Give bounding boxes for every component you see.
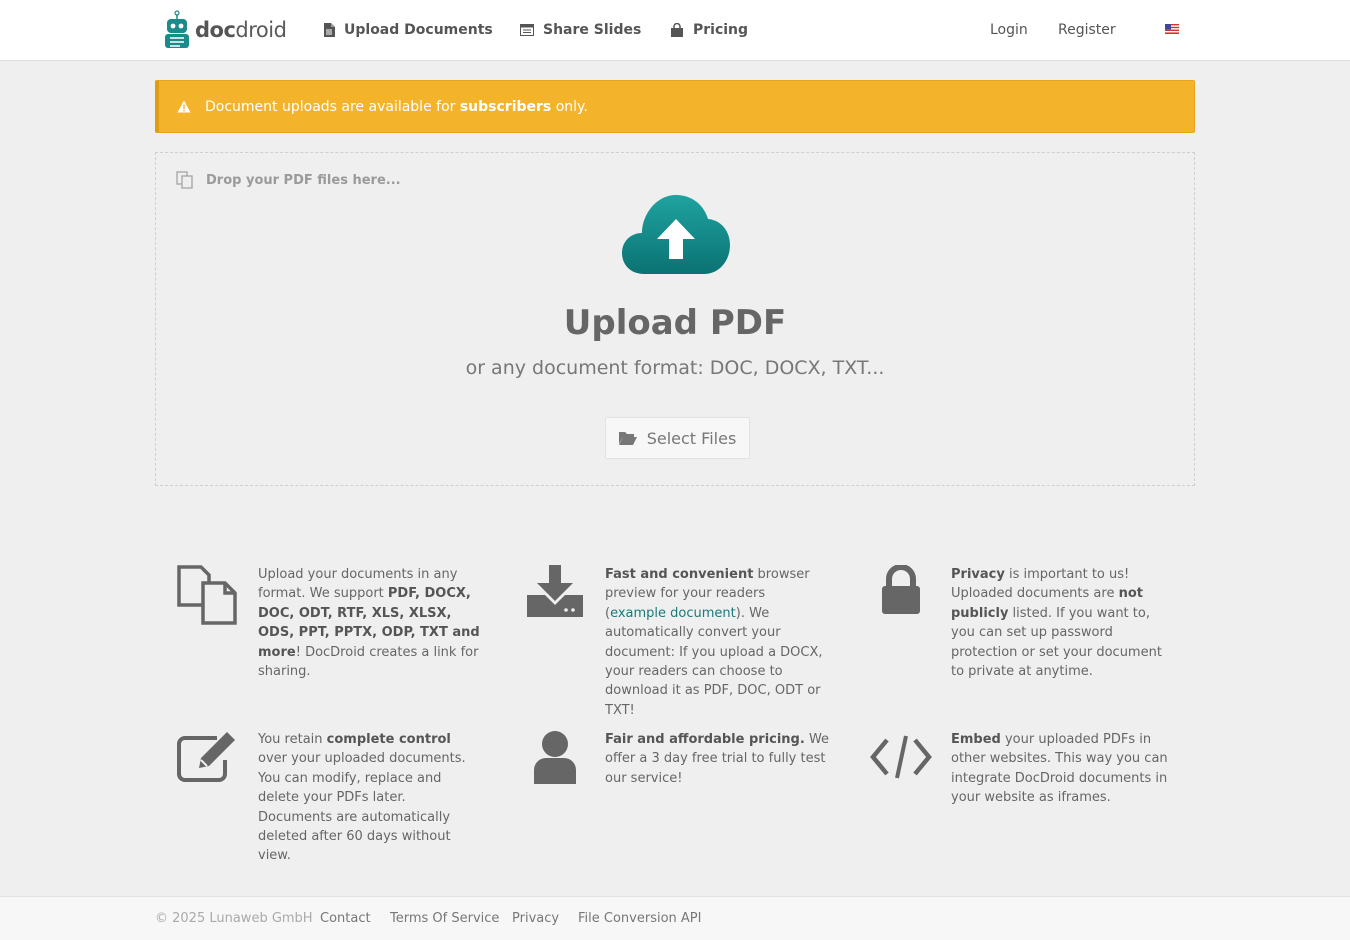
logo[interactable]: docdroid: [163, 9, 287, 51]
navbar: docdroid Upload Documents Share Slides P…: [0, 0, 1350, 61]
nav-register[interactable]: Register: [1058, 20, 1116, 40]
nav-upload-documents[interactable]: Upload Documents: [323, 20, 493, 40]
footer-privacy-link[interactable]: Privacy: [512, 911, 559, 926]
feature-text: You retain complete control over your up…: [258, 732, 466, 864]
code-icon: [869, 730, 933, 794]
nav-login[interactable]: Login: [990, 20, 1028, 40]
select-files-label: Select Files: [646, 428, 737, 448]
document-icon: [323, 23, 335, 37]
user-icon: [523, 730, 587, 794]
feature-text: Embed your uploaded PDFs in other websit…: [951, 732, 1168, 806]
select-files-button[interactable]: Select Files: [605, 417, 750, 459]
footer: © 2025 Lunaweb GmbH Contact Terms Of Ser…: [0, 896, 1350, 940]
feature-emphasis: Fast and convenient: [605, 567, 754, 582]
drop-hint-text: Drop your PDF files here...: [206, 172, 401, 188]
nav-pricing[interactable]: Pricing: [670, 20, 748, 40]
footer-copyright: © 2025 Lunaweb GmbH: [155, 911, 313, 926]
logo-text: docdroid: [195, 18, 287, 42]
feature-text: Upload your documents in any format. We …: [258, 567, 480, 680]
files-icon: [176, 565, 240, 629]
us-flag-icon[interactable]: [1165, 24, 1179, 34]
edit-icon: [176, 730, 240, 794]
cloud-upload-icon: [622, 195, 730, 274]
drop-hint: Drop your PDF files here...: [176, 171, 401, 189]
feature-emphasis: Fair and affordable pricing.: [605, 732, 805, 747]
upload-subtitle: or any document format: DOC, DOCX, TXT..…: [465, 357, 885, 379]
upload-title: Upload PDF: [563, 303, 787, 343]
warning-icon: [177, 100, 191, 113]
slides-icon: [520, 24, 534, 36]
nav-pricing-label: Pricing: [693, 22, 749, 38]
robot-logo-icon: [165, 10, 189, 48]
feature-emphasis: Embed: [951, 732, 1001, 747]
footer-contact-link[interactable]: Contact: [320, 911, 371, 926]
upload-dropzone[interactable]: Drop your PDF files here... Upload PDF o…: [155, 152, 1195, 486]
feature-emphasis: not publicly: [951, 586, 1143, 621]
lock-icon: [869, 565, 933, 629]
feature-text: Fast and convenient browser preview for …: [605, 567, 823, 718]
shopping-bag-icon: [670, 23, 684, 37]
alert-text: Document uploads are available for subsc…: [205, 98, 588, 115]
nav-share-slides[interactable]: Share Slides: [520, 20, 641, 40]
download-icon: [523, 565, 587, 629]
nav-share-label: Share Slides: [543, 22, 642, 38]
copy-files-icon: [176, 171, 194, 189]
footer-api-link[interactable]: File Conversion API: [578, 911, 701, 926]
nav-upload-label: Upload Documents: [344, 22, 493, 38]
example-document-link[interactable]: example document: [610, 606, 736, 621]
feature-emphasis: complete control: [326, 732, 451, 747]
footer-terms-link[interactable]: Terms Of Service: [390, 911, 499, 926]
feature-text: Privacy is important to us! Uploaded doc…: [951, 567, 1162, 680]
subscriber-alert: Document uploads are available for subsc…: [155, 80, 1195, 133]
feature-emphasis: Privacy: [951, 567, 1005, 582]
feature-text: Fair and affordable pricing. We offer a …: [605, 732, 830, 786]
folder-open-icon: [618, 431, 637, 445]
feature-emphasis: PDF, DOCX, DOC, ODT, RTF, XLS, XLSX, ODS…: [258, 586, 480, 660]
